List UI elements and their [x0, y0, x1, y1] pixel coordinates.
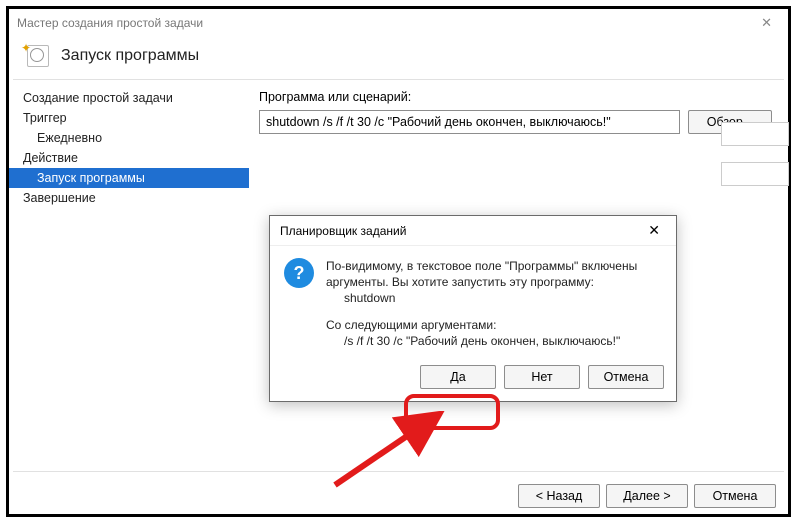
question-icon: ?	[284, 258, 314, 288]
next-button[interactable]: Далее >	[606, 484, 688, 508]
close-icon[interactable]: ✕	[753, 13, 780, 33]
dialog-buttons: Да Нет Отмена	[270, 357, 676, 401]
cancel-button[interactable]: Отмена	[694, 484, 776, 508]
wizard-footer: < Назад Далее > Отмена	[518, 484, 776, 508]
sidebar-item-create[interactable]: Создание простой задачи	[9, 88, 249, 108]
program-label: Программа или сценарий:	[259, 90, 772, 104]
window-title: Мастер создания простой задачи	[17, 16, 203, 30]
footer-divider	[13, 471, 784, 472]
arguments-input[interactable]	[721, 122, 789, 146]
startin-input[interactable]	[721, 162, 789, 186]
sidebar-item-daily[interactable]: Ежедневно	[9, 128, 249, 148]
wizard-window: Мастер создания простой задачи ✕ ✦ Запус…	[6, 6, 791, 517]
titlebar: Мастер создания простой задачи ✕	[9, 9, 788, 37]
page-title: Запуск программы	[61, 47, 199, 65]
wizard-header: ✦ Запуск программы	[9, 37, 788, 79]
sidebar-item-action[interactable]: Действие	[9, 148, 249, 168]
dialog-text: По-видимому, в текстовое поле "Программы…	[326, 258, 637, 349]
sidebar-item-finish[interactable]: Завершение	[9, 188, 249, 208]
back-button[interactable]: < Назад	[518, 484, 600, 508]
task-icon: ✦	[21, 43, 51, 69]
sidebar-item-startprogram[interactable]: Запуск программы	[9, 168, 249, 188]
confirm-dialog: Планировщик заданий ✕ ? По-видимому, в т…	[269, 215, 677, 402]
dialog-title: Планировщик заданий	[280, 224, 406, 238]
no-button[interactable]: Нет	[504, 365, 580, 389]
yes-button[interactable]: Да	[420, 365, 496, 389]
dialog-cancel-button[interactable]: Отмена	[588, 365, 664, 389]
sidebar-item-trigger[interactable]: Триггер	[9, 108, 249, 128]
wizard-sidebar: Создание простой задачи Триггер Ежедневн…	[9, 80, 249, 466]
dialog-close-icon[interactable]: ✕	[642, 220, 666, 241]
program-row: Обзор...	[259, 110, 772, 134]
dialog-titlebar: Планировщик заданий ✕	[270, 216, 676, 246]
program-input[interactable]	[259, 110, 680, 134]
dialog-body: ? По-видимому, в текстовое поле "Програм…	[270, 246, 676, 357]
